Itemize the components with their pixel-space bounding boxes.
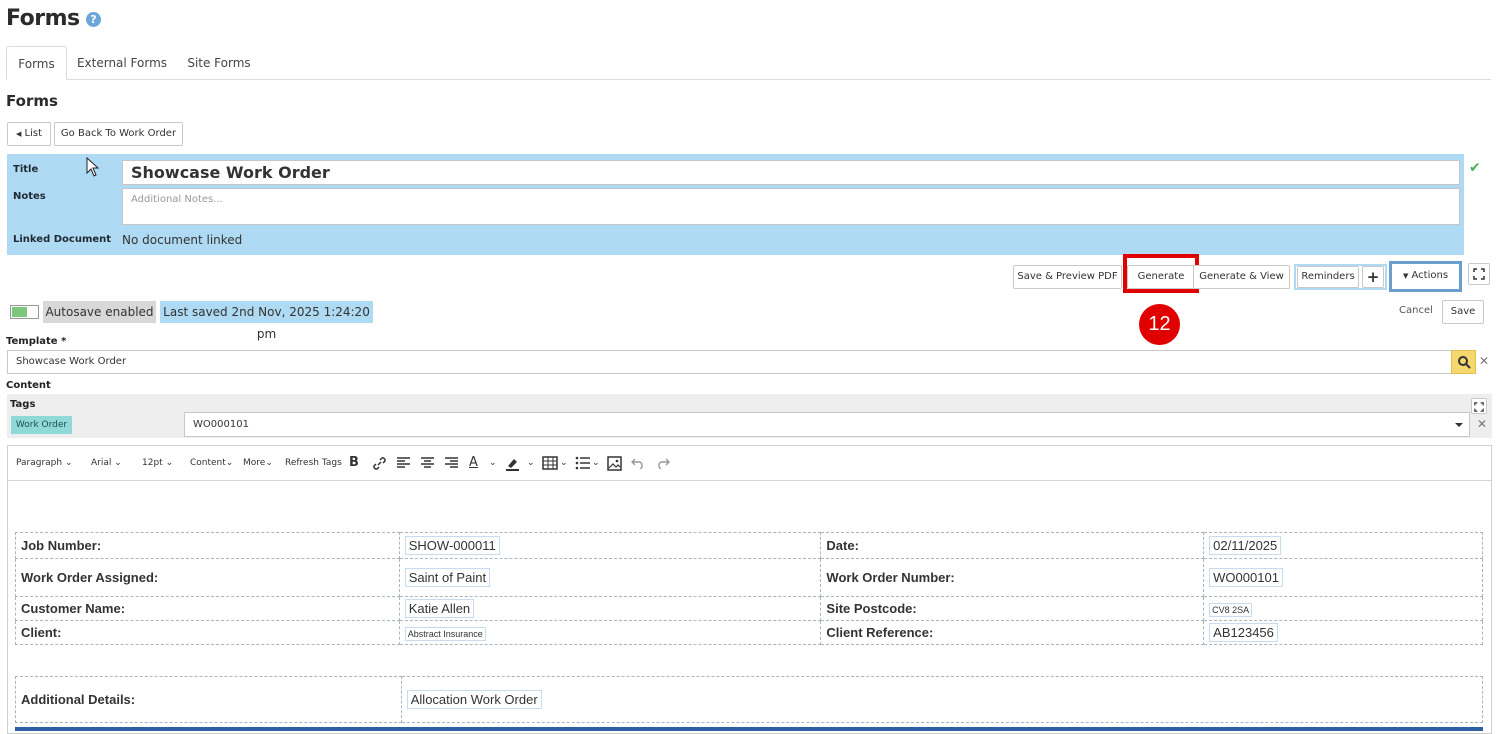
bold-icon[interactable]: B: [349, 455, 359, 470]
table-row: Job Number: SHOW-000011 Date: 02/11/2025: [15, 532, 1483, 559]
tab-site-forms[interactable]: Site Forms: [181, 46, 257, 80]
tab-bar: Forms External Forms Site Forms: [6, 46, 1491, 80]
tag-chip[interactable]: Work Order: [11, 416, 72, 434]
annotation-highlight-box: [1123, 254, 1199, 293]
page-title: Forms: [6, 6, 80, 31]
table-row: Additional Details: Allocation Work Orde…: [15, 676, 1484, 723]
template-input[interactable]: Showcase Work Order: [7, 350, 1452, 374]
date-value[interactable]: 02/11/2025: [1209, 536, 1282, 555]
linked-document-value: No document linked: [122, 233, 243, 247]
work-order-assigned-label: Work Order Assigned:: [15, 558, 400, 597]
site-postcode-label: Site Postcode:: [820, 596, 1205, 621]
work-order-table: Job Number: SHOW-000011 Date: 02/11/2025…: [15, 532, 1483, 645]
step-number-badge: 12: [1139, 304, 1180, 345]
work-order-number-label: Work Order Number:: [820, 558, 1205, 597]
list-icon[interactable]: [575, 456, 590, 470]
caret-left-icon: ◀: [15, 130, 22, 138]
actions-label: Actions: [1411, 270, 1449, 281]
customer-name-label: Customer Name:: [15, 596, 400, 621]
text-color-caret-icon[interactable]: ⌄: [489, 458, 497, 468]
last-saved-status: Last saved 2nd Nov, 2025 1:24:20 pm: [160, 301, 373, 341]
expand-icon: [1473, 268, 1485, 280]
align-center-icon[interactable]: [421, 457, 434, 469]
work-order-assigned-value[interactable]: Saint of Paint: [404, 568, 491, 587]
undo-icon[interactable]: [631, 457, 645, 469]
link-icon[interactable]: [372, 456, 387, 471]
customer-name-value[interactable]: Katie Allen: [404, 599, 475, 618]
job-number-label: Job Number:: [15, 532, 400, 559]
client-label: Client:: [15, 620, 400, 645]
fullscreen-button[interactable]: [1468, 263, 1490, 285]
template-label: Template *: [6, 336, 67, 347]
save-button[interactable]: Save: [1442, 300, 1484, 324]
help-icon[interactable]: ?: [86, 12, 101, 27]
text-color-icon[interactable]: A: [469, 455, 478, 470]
table-row: Client: Abstract Insurance Client Refere…: [15, 620, 1483, 645]
client-value[interactable]: Abstract Insurance: [404, 627, 486, 641]
tags-select[interactable]: WO000101: [184, 412, 1470, 437]
list-caret-icon[interactable]: ⌄: [592, 458, 600, 468]
job-number-value[interactable]: SHOW-000011: [404, 536, 500, 555]
generate-view-button[interactable]: Generate & View: [1193, 265, 1290, 289]
tab-external-forms[interactable]: External Forms: [72, 46, 172, 80]
site-postcode-value[interactable]: CV8 2SA: [1209, 603, 1253, 617]
work-order-number-value[interactable]: WO000101: [1209, 568, 1283, 587]
document-footer-bar: [15, 727, 1483, 731]
redo-icon[interactable]: [656, 457, 670, 469]
linked-document-label: Linked Document: [13, 234, 112, 245]
title-label: Title: [13, 164, 39, 175]
reminders-button[interactable]: Reminders: [1297, 266, 1359, 288]
additional-details-label: Additional Details:: [15, 676, 402, 723]
image-icon[interactable]: [607, 456, 622, 471]
mouse-cursor-icon: [86, 157, 100, 177]
list-button-label: List: [24, 128, 43, 139]
content-label: Content: [6, 380, 51, 391]
align-left-icon[interactable]: [397, 457, 410, 469]
align-right-icon[interactable]: [445, 457, 458, 469]
table-caret-icon[interactable]: ⌄: [560, 458, 568, 468]
notes-label: Notes: [13, 191, 46, 202]
tags-expand-button[interactable]: [1471, 398, 1487, 414]
additional-details-value[interactable]: Allocation Work Order: [406, 690, 542, 709]
table-row: Work Order Assigned: Saint of Paint Work…: [15, 558, 1483, 597]
table-icon[interactable]: [542, 456, 558, 470]
highlight-caret-icon[interactable]: ⌄: [527, 458, 535, 468]
date-label: Date:: [820, 532, 1205, 559]
tags-dropdown-caret-icon: [1455, 423, 1463, 427]
additional-details-table: Additional Details: Allocation Work Orde…: [15, 676, 1484, 723]
autosave-toggle[interactable]: [10, 305, 39, 319]
caret-down-icon: ▼: [1402, 272, 1409, 280]
search-icon: [1458, 356, 1471, 369]
clear-tags-icon[interactable]: ✕: [1477, 417, 1487, 431]
cancel-button[interactable]: Cancel: [1399, 305, 1433, 316]
more-menu[interactable]: More⌄: [243, 458, 273, 468]
actions-button[interactable]: ▼ Actions: [1393, 265, 1458, 288]
check-icon: ✔: [1469, 160, 1481, 176]
list-button[interactable]: ◀ List: [7, 122, 51, 146]
add-reminder-button[interactable]: +: [1362, 266, 1384, 288]
content-menu[interactable]: Content⌄: [190, 458, 233, 468]
table-row: Customer Name: Katie Allen Site Postcode…: [15, 596, 1483, 621]
save-preview-pdf-button[interactable]: Save & Preview PDF: [1013, 265, 1122, 289]
paragraph-dropdown[interactable]: Paragraph ⌄: [16, 458, 73, 468]
expand-icon: [1474, 402, 1484, 412]
client-reference-label: Client Reference:: [820, 620, 1205, 645]
clear-template-icon[interactable]: ✕: [1479, 354, 1489, 368]
section-title: Forms: [6, 92, 58, 110]
font-dropdown[interactable]: Arial ⌄: [91, 458, 122, 468]
title-input[interactable]: Showcase Work Order: [122, 160, 1460, 185]
font-size-dropdown[interactable]: 12pt ⌄: [142, 458, 173, 468]
autosave-status: Autosave enabled: [43, 301, 156, 323]
notes-field[interactable]: Additional Notes...: [122, 188, 1460, 225]
template-search-button[interactable]: [1451, 350, 1476, 374]
client-reference-value[interactable]: AB123456: [1209, 623, 1278, 642]
go-back-button[interactable]: Go Back To Work Order: [54, 122, 183, 146]
highlight-color-icon[interactable]: [505, 456, 520, 471]
tags-label: Tags: [10, 399, 36, 410]
tab-forms[interactable]: Forms: [6, 46, 67, 80]
refresh-tags-button[interactable]: Refresh Tags: [285, 458, 342, 468]
